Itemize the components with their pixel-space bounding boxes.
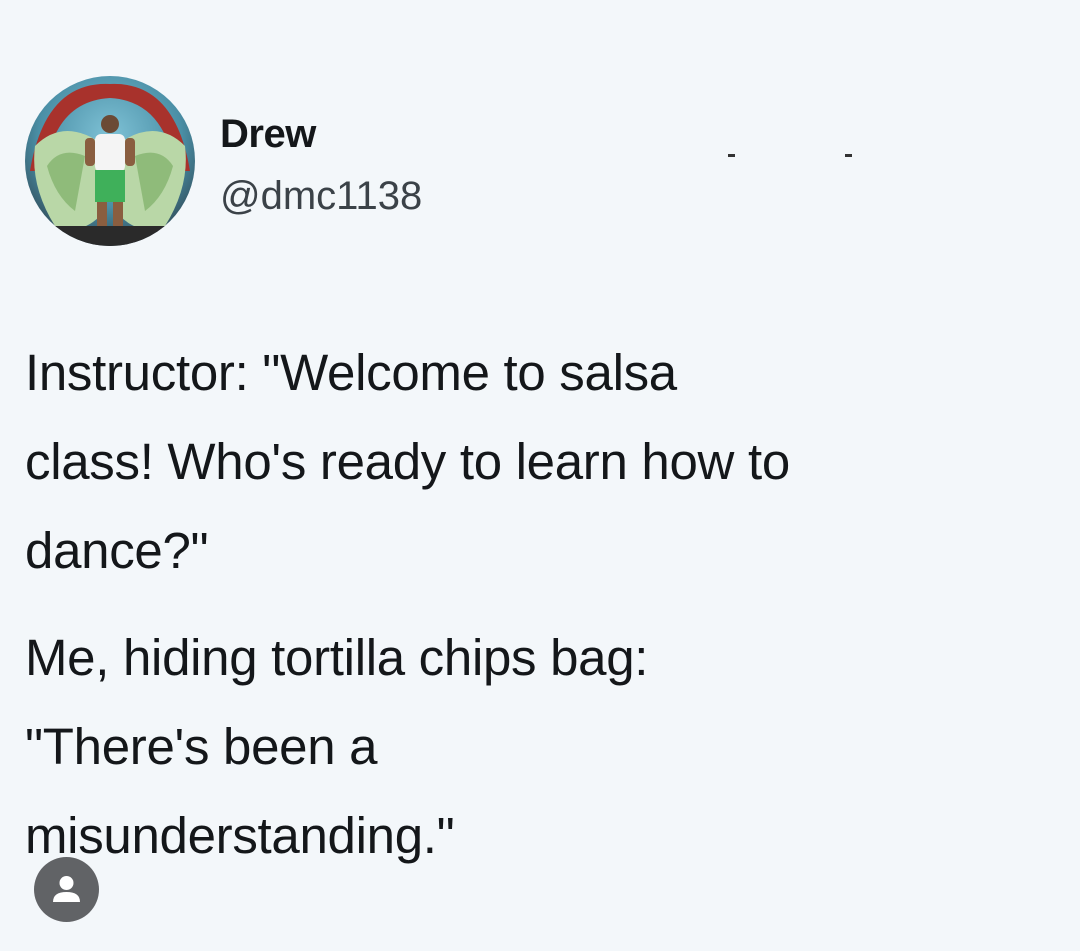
avatar[interactable]: [25, 76, 195, 246]
tweet-card: Drew @dmc1138 Instructor: "Welcome to sa…: [0, 0, 1080, 951]
display-name[interactable]: Drew: [220, 112, 316, 156]
tweet-text: Instructor: "Welcome to salsa class! Who…: [25, 328, 1065, 880]
blurred-mark: [728, 154, 735, 157]
blurred-mark: [845, 154, 852, 157]
tweet-paragraph: Me, hiding tortilla chips bag: "There's …: [25, 629, 649, 864]
tagged-users-button[interactable]: [34, 857, 99, 922]
person-icon: [53, 876, 80, 902]
profile-photo-icon: [25, 76, 195, 246]
user-handle[interactable]: @dmc1138: [220, 174, 422, 218]
tweet-paragraph: Instructor: "Welcome to salsa class! Who…: [25, 344, 790, 579]
